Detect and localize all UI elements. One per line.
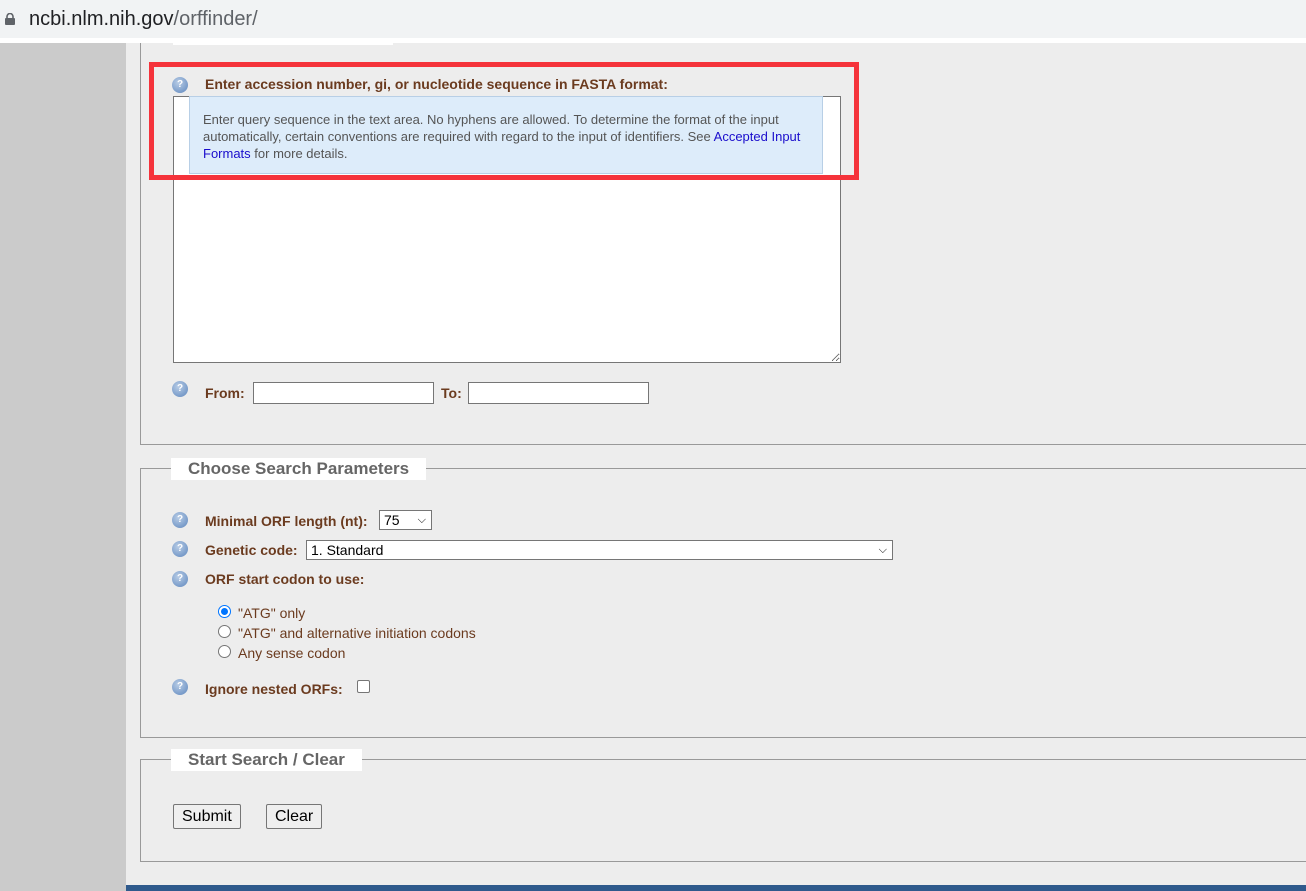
- params-fieldset: [140, 468, 1306, 738]
- chevron-down-icon: ⌵: [417, 514, 426, 526]
- from-input[interactable]: [253, 382, 434, 404]
- help-icon[interactable]: ?: [172, 512, 188, 528]
- radio-label: Any sense codon: [238, 645, 346, 661]
- radio-any-sense[interactable]: [218, 645, 231, 658]
- help-icon[interactable]: ?: [172, 679, 188, 695]
- min-orf-select[interactable]: 75 ⌵: [379, 510, 432, 530]
- start-codon-label: ORF start codon to use:: [205, 571, 365, 587]
- genetic-code-select[interactable]: 1. Standard ⌵: [306, 540, 893, 560]
- radio-atg-alternative[interactable]: [218, 625, 231, 638]
- ignore-nested-checkbox[interactable]: [357, 680, 370, 693]
- help-icon[interactable]: ?: [172, 541, 188, 557]
- footer-bar: [126, 885, 1306, 891]
- radio-atg-only[interactable]: [218, 605, 231, 618]
- actions-legend: Start Search / Clear: [171, 749, 362, 771]
- left-sidebar: [0, 43, 126, 891]
- lock-icon: [5, 13, 15, 25]
- clear-button[interactable]: Clear: [266, 804, 323, 829]
- radio-label: "ATG" and alternative initiation codons: [238, 625, 476, 641]
- chevron-down-icon: ⌵: [878, 544, 887, 556]
- highlight-box: [149, 62, 859, 180]
- address-bar[interactable]: ncbi.nlm.nih.gov/orffinder/: [0, 0, 1306, 38]
- submit-button[interactable]: Submit: [173, 804, 241, 829]
- from-label: From:: [205, 385, 245, 401]
- ignore-nested-label: Ignore nested ORFs:: [205, 681, 343, 697]
- help-icon[interactable]: ?: [172, 381, 188, 397]
- radio-label: "ATG" only: [238, 605, 306, 621]
- to-input[interactable]: [468, 382, 649, 404]
- params-legend: Choose Search Parameters: [171, 458, 427, 480]
- to-label: To:: [441, 385, 462, 401]
- genetic-code-label: Genetic code:: [205, 542, 298, 558]
- url-text: ncbi.nlm.nih.gov/orffinder/: [29, 8, 258, 30]
- min-orf-label: Minimal ORF length (nt):: [205, 513, 368, 529]
- help-icon[interactable]: ?: [172, 571, 188, 587]
